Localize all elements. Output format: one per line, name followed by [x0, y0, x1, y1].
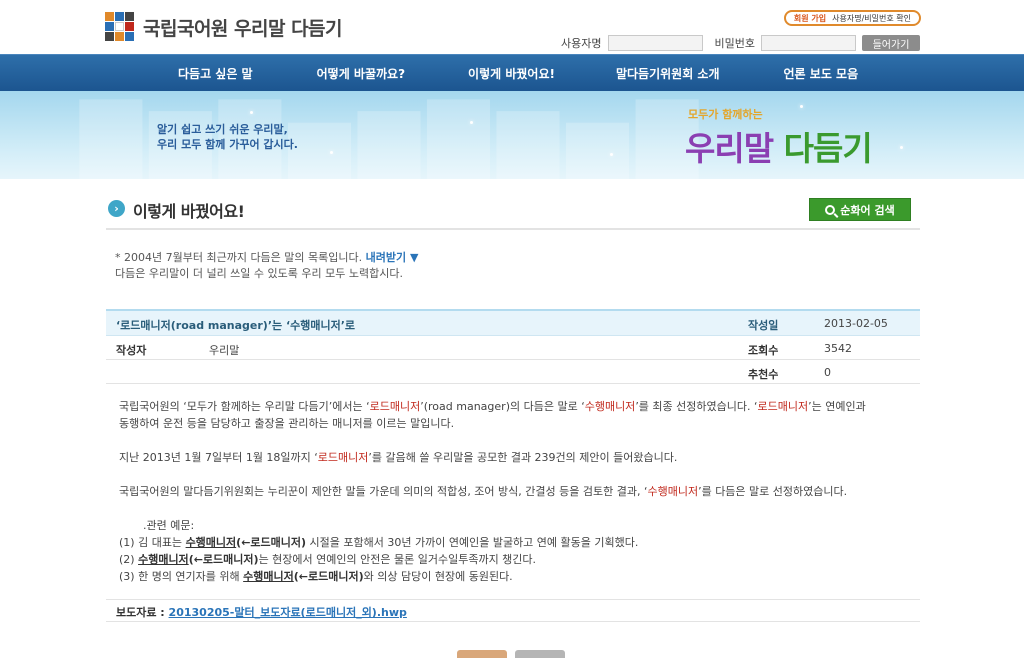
- text: (2): [119, 553, 139, 566]
- views-label: 조회수: [748, 344, 779, 357]
- search-icon: [825, 204, 836, 215]
- example-1: (1) 김 대표는 수행매니저(←로드매니저) 시절을 포함해서 30년 가까이…: [119, 534, 909, 551]
- highlight-term: 로드매니저: [757, 400, 809, 413]
- sparkle-icon: [800, 105, 803, 108]
- login-button[interactable]: 들어가기: [862, 35, 920, 51]
- nav-item-press[interactable]: 언론 보도 모음: [784, 65, 859, 82]
- sparkle-icon: [470, 121, 473, 124]
- examples-title: .관련 예문:: [143, 519, 195, 532]
- text: 국립국어원의 말다듬기위원회는 누리꾼이 제안한 말들 가운데 의미의 적합성,…: [119, 485, 648, 498]
- text: ’를 갈음해 쓸 우리말을 공모한 결과 239건의 제안이 들어왔습니다.: [368, 451, 678, 464]
- sparkle-icon: [250, 111, 253, 114]
- brand-word-1: 우리말: [685, 129, 774, 168]
- banner-brand-sub: 모두가 함께하는: [688, 108, 763, 121]
- nav-item-committee[interactable]: 말다듬기위원회 소개: [616, 65, 720, 82]
- download-link[interactable]: 내려받기 ▼: [366, 251, 419, 264]
- example-term: 수행매니저: [138, 553, 189, 566]
- password-label: 비밀번호: [714, 37, 755, 50]
- sparkle-icon: [900, 146, 903, 149]
- text: 와 의상 담당이 현장에 동원된다.: [363, 570, 513, 583]
- banner-brand-main: 우리말 다듬기: [685, 122, 873, 170]
- highlight-term: 로드매니저: [317, 451, 369, 464]
- post-body: 국립국어원의 ‘모두가 함께하는 우리말 다듬기’에서는 ‘로드매니저’(roa…: [119, 398, 909, 585]
- author-label: 작성자: [116, 344, 147, 357]
- main-nav: 다듬고 싶은 말 어떻게 바꿀까요? 이렇게 바꿨어요! 말다듬기위원회 소개 …: [0, 54, 1024, 91]
- site-logo[interactable]: 국립국어원 우리말 다듬기: [105, 12, 343, 42]
- author-value: 우리말: [209, 344, 240, 357]
- chevron-right-icon: ›: [108, 200, 125, 217]
- text: ’(road manager)의 다듬은 말로 ‘: [420, 400, 585, 413]
- text: ’를 최종 선정하였습니다. ‘: [635, 400, 758, 413]
- sparkle-icon: [610, 153, 613, 156]
- recommend-value: 0: [824, 366, 831, 379]
- post-date: 2013-02-05: [824, 317, 888, 330]
- notice-line-2: 다듬은 우리말이 더 널리 쓰일 수 있도록 우리 모두 노력합시다.: [115, 267, 403, 280]
- date-label: 작성일: [748, 319, 779, 332]
- example-original: (←로드매니저): [293, 570, 364, 583]
- text: 국립국어원의 ‘모두가 함께하는 우리말 다듬기’에서는 ‘: [119, 400, 370, 413]
- brand-word-2: 다듬기: [783, 129, 873, 168]
- views-value: 3542: [824, 342, 852, 355]
- login-form: 사용자명 비밀번호 들어가기: [561, 35, 920, 51]
- site-header: 국립국어원 우리말 다듬기 회원 가입 사용자명/비밀번호 확인 사용자명 비밀…: [0, 0, 1024, 54]
- username-input[interactable]: [607, 35, 703, 51]
- page-title: 이렇게 바꿨어요!: [133, 202, 245, 221]
- page-header: › 이렇게 바꿨어요! 순화어 검색: [106, 192, 920, 230]
- util-links: 회원 가입 사용자명/비밀번호 확인: [783, 10, 921, 26]
- refined-word-search-button[interactable]: 순화어 검색: [809, 198, 911, 221]
- text: ’를 다듬은 말로 선정하였습니다.: [698, 485, 848, 498]
- highlight-term: 수행매니저: [584, 400, 636, 413]
- slogan-line-2: 우리 모두 함께 가꾸어 갑시다.: [157, 138, 298, 151]
- attachment-link[interactable]: 20130205-말터_보도자료(로드매니저_외).hwp: [169, 606, 407, 619]
- password-input[interactable]: [761, 35, 856, 51]
- meta-row-recommend: 추천수 0: [106, 360, 920, 384]
- example-2: (2) 수행매니저(←로드매니저)는 현장에서 연예인의 안전은 물론 일거수일…: [119, 551, 909, 568]
- attachment-row: 보도자료 : 20130205-말터_보도자료(로드매니저_외).hwp: [106, 599, 920, 622]
- example-original: (←로드매니저): [236, 536, 307, 549]
- text: (3) 한 명의 연기자를 위해: [119, 570, 244, 583]
- meta-row-author: 작성자 우리말 조회수 3542: [106, 336, 920, 360]
- post-title: ‘로드매니저(road manager)’는 ‘수행매니저’로: [116, 319, 356, 332]
- banner-slogan: 알기 쉽고 쓰기 쉬운 우리말, 우리 모두 함께 가꾸어 갑시다.: [157, 122, 298, 152]
- text: (1) 김 대표는: [119, 536, 186, 549]
- example-original: (←로드매니저): [188, 553, 259, 566]
- paragraph-1: 국립국어원의 ‘모두가 함께하는 우리말 다듬기’에서는 ‘로드매니저’(roa…: [119, 398, 909, 415]
- search-button-label: 순화어 검색: [840, 203, 895, 217]
- paragraph-3: 국립국어원의 말다듬기위원회는 누리꾼이 제안한 말들 가운데 의미의 적합성,…: [119, 483, 909, 500]
- example-3: (3) 한 명의 연기자를 위해 수행매니저(←로드매니저)와 의상 담당이 현…: [119, 568, 909, 585]
- example-term: 수행매니저: [185, 536, 237, 549]
- paragraph-2: 지난 2013년 1월 7일부터 1월 18일까지 ‘로드매니저’를 갈음해 쓸…: [119, 449, 909, 466]
- list-button[interactable]: [457, 650, 507, 658]
- post-title-row: ‘로드매니저(road manager)’는 ‘수행매니저’로 작성일 2013…: [106, 309, 920, 336]
- secondary-button[interactable]: [515, 650, 565, 658]
- example-term: 수행매니저: [243, 570, 294, 583]
- nav-item-how-change[interactable]: 어떻게 바꿀까요?: [317, 65, 405, 82]
- nav-item-suggest[interactable]: 다듬고 싶은 말: [178, 65, 253, 82]
- paragraph-1-line-2: 동행하여 운전 등을 담당하고 출장을 관리하는 매니저를 이르는 말입니다.: [119, 417, 455, 430]
- text: ’는 연예인과: [808, 400, 866, 413]
- notice-line-1: * 2004년 7월부터 최근까지 다듬은 말의 목록입니다.: [115, 251, 363, 264]
- page-notice: * 2004년 7월부터 최근까지 다듬은 말의 목록입니다. 내려받기 ▼ 다…: [115, 250, 418, 282]
- recommend-label: 추천수: [748, 368, 779, 381]
- text: 는 현장에서 연예인의 안전은 물론 일거수일투족까지 챙긴다.: [258, 553, 537, 566]
- attachment-label: 보도자료 :: [116, 606, 169, 619]
- bottom-buttons: [457, 650, 565, 658]
- highlight-term: 수행매니저: [647, 485, 699, 498]
- highlight-term: 로드매니저: [369, 400, 421, 413]
- hero-banner: ▇▆▇▅▆▇▆▅▇ 알기 쉽고 쓰기 쉬운 우리말, 우리 모두 함께 가꾸어 …: [0, 91, 1024, 179]
- nav-item-changed[interactable]: 이렇게 바꿨어요!: [468, 65, 555, 82]
- slogan-line-1: 알기 쉽고 쓰기 쉬운 우리말,: [157, 123, 288, 136]
- username-label: 사용자명: [561, 37, 602, 50]
- find-account-link[interactable]: 사용자명/비밀번호 확인: [832, 13, 911, 24]
- logo-mark-icon: [105, 12, 135, 42]
- join-link[interactable]: 회원 가입: [794, 13, 826, 24]
- sparkle-icon: [330, 151, 333, 154]
- site-title: 국립국어원 우리말 다듬기: [143, 17, 343, 40]
- text: 시절을 포함해서 30년 가까이 연예인을 발굴하고 연예 활동을 기획했다.: [306, 536, 639, 549]
- text: 지난 2013년 1월 7일부터 1월 18일까지 ‘: [119, 451, 318, 464]
